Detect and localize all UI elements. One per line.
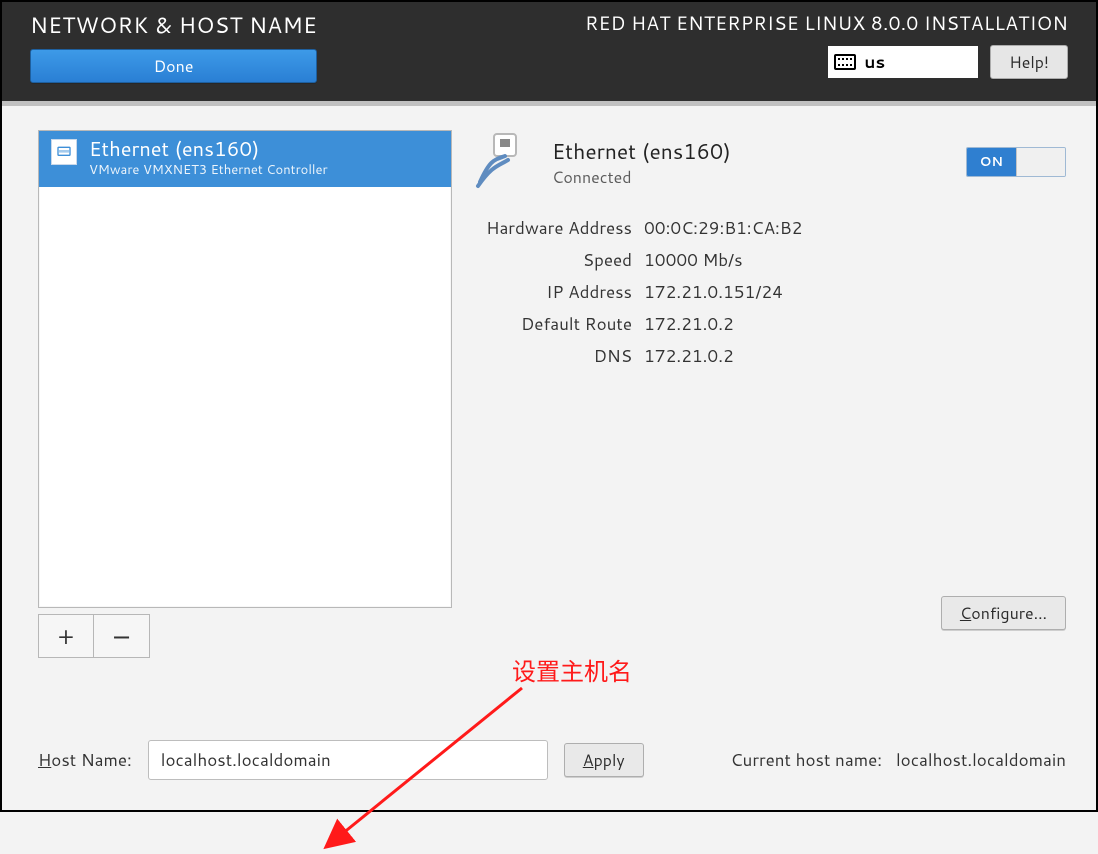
done-button-label: Done xyxy=(154,55,194,78)
hw-address-value: 00:0C:29:B1:CA:B2 xyxy=(644,216,802,240)
device-column: Ethernet (ens160) VMware VMXNET3 Etherne… xyxy=(38,130,452,658)
help-button[interactable]: Help! xyxy=(990,45,1068,79)
plus-icon: + xyxy=(58,619,74,653)
device-details: Ethernet (ens160) Connected ON Hardware … xyxy=(472,130,1066,376)
device-list[interactable]: Ethernet (ens160) VMware VMXNET3 Etherne… xyxy=(38,130,452,608)
speed-label: Speed xyxy=(472,248,632,272)
add-device-button[interactable]: + xyxy=(38,614,94,658)
device-item-name: Ethernet (ens160) xyxy=(89,139,328,159)
toggle-on-label: ON xyxy=(967,148,1016,176)
screen-title: NETWORK & HOST NAME xyxy=(30,10,317,41)
ip-address-label: IP Address xyxy=(472,280,632,304)
current-hostname-value: localhost.localdomain xyxy=(896,748,1066,772)
dns-label: DNS xyxy=(472,344,632,368)
configure-button-label: Configure... xyxy=(960,602,1047,625)
connection-toggle[interactable]: ON xyxy=(966,147,1066,177)
default-route-label: Default Route xyxy=(472,312,632,336)
keyboard-layout-label: us xyxy=(864,50,885,74)
hostname-label: Host Name: xyxy=(38,748,132,772)
device-item-subtitle: VMware VMXNET3 Ethernet Controller xyxy=(89,161,328,179)
dns-value: 172.21.0.2 xyxy=(644,344,734,368)
remove-device-button[interactable]: − xyxy=(94,614,150,658)
toggle-knob xyxy=(1016,148,1066,176)
keyboard-icon xyxy=(834,54,856,70)
current-hostname-label: Current host name: xyxy=(731,748,882,772)
default-route-value: 172.21.0.2 xyxy=(644,312,734,336)
detail-device-name: Ethernet (ens160) xyxy=(552,136,731,166)
product-title: RED HAT ENTERPRISE LINUX 8.0.0 INSTALLAT… xyxy=(585,10,1068,37)
ethernet-icon xyxy=(51,139,77,165)
done-button[interactable]: Done xyxy=(30,49,317,83)
minus-icon: − xyxy=(111,619,131,653)
hostname-input[interactable] xyxy=(148,740,548,780)
configure-button[interactable]: Configure... xyxy=(941,596,1066,630)
help-button-label: Help! xyxy=(1009,51,1049,74)
ip-address-value: 172.21.0.151/24 xyxy=(644,280,783,304)
network-card-icon xyxy=(472,130,536,194)
speed-value: 10000 Mb/s xyxy=(644,248,743,272)
header-bar: NETWORK & HOST NAME Done RED HAT ENTERPR… xyxy=(2,2,1096,106)
apply-hostname-button[interactable]: Apply xyxy=(564,743,644,777)
device-list-item[interactable]: Ethernet (ens160) VMware VMXNET3 Etherne… xyxy=(39,131,451,187)
detail-status: Connected xyxy=(552,166,731,189)
annotation-text: 设置主机名 xyxy=(512,652,632,687)
page-body: Ethernet (ens160) VMware VMXNET3 Etherne… xyxy=(2,106,1096,810)
hw-address-label: Hardware Address xyxy=(472,216,632,240)
hostname-row: Host Name: Apply Current host name: loca… xyxy=(38,740,1066,780)
keyboard-layout-button[interactable]: us xyxy=(828,46,978,78)
apply-button-label: Apply xyxy=(583,749,625,772)
